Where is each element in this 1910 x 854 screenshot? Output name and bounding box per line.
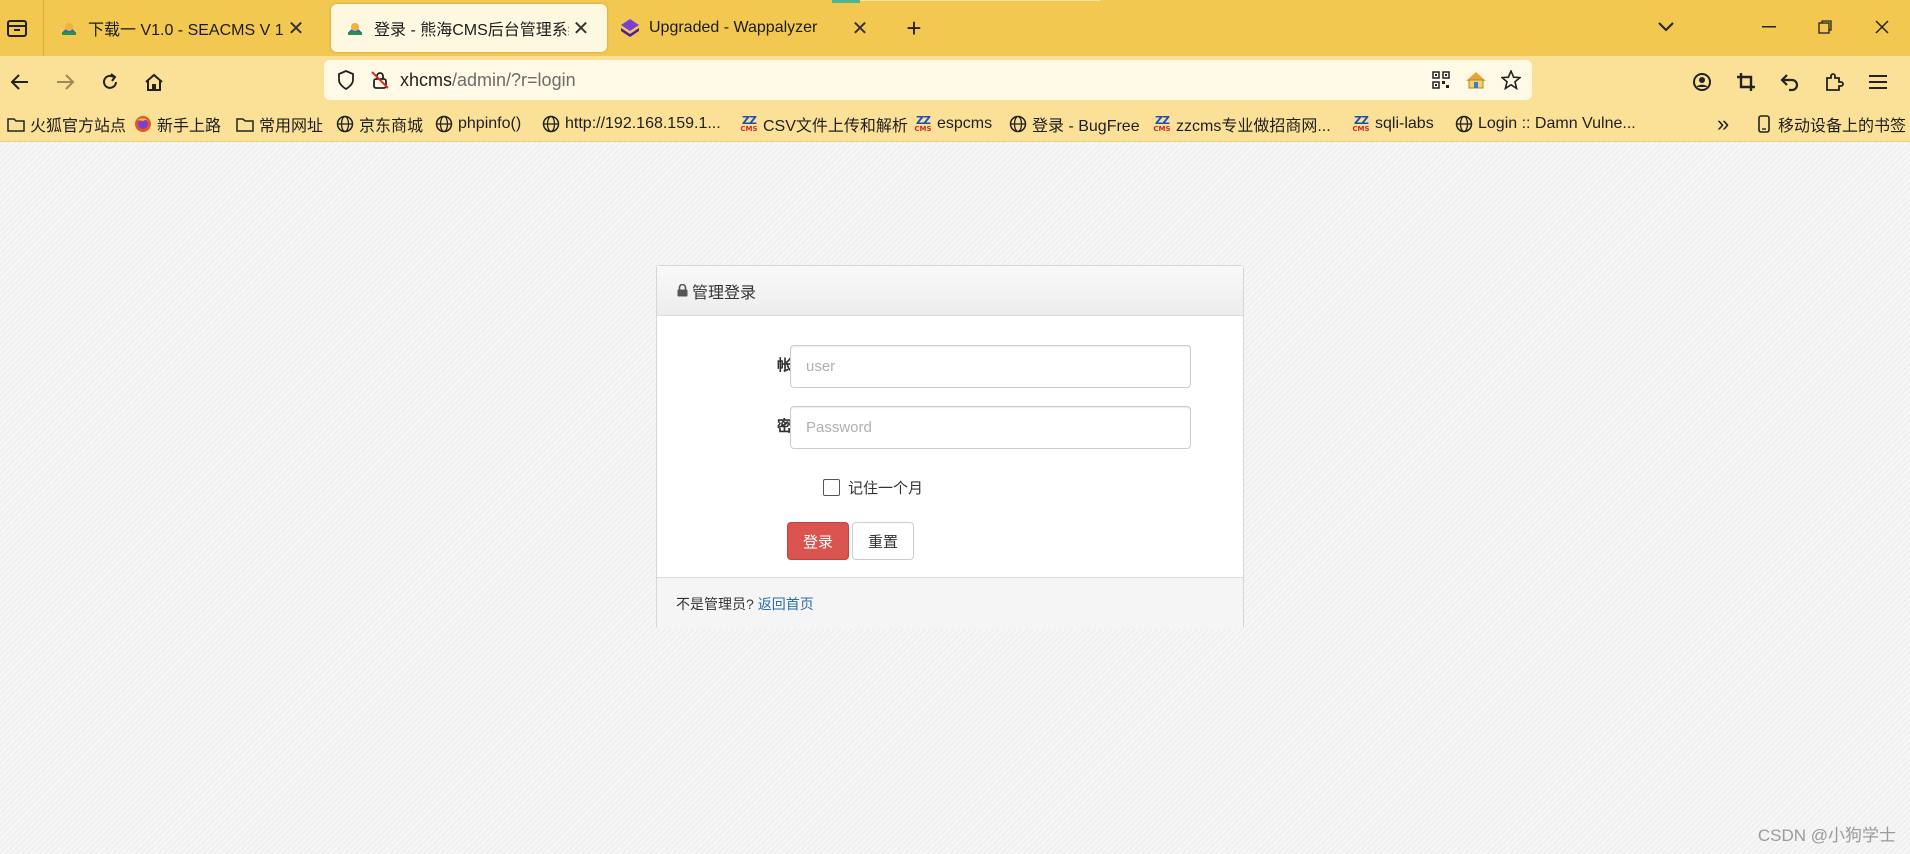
tab-close-icon[interactable]: ✕ (569, 16, 593, 40)
bookmark-label: 新手上路 (157, 118, 222, 135)
login-panel-footer: 不是管理员? 返回首页 (657, 577, 1243, 629)
globe-icon (542, 115, 560, 133)
bookmark-csv-upload[interactable]: ZZ CMS CSV文件上传和解析 (740, 112, 908, 136)
insecure-connection-icon[interactable] (368, 68, 392, 92)
bookmark-bugfree[interactable]: 登录 - BugFree (1009, 112, 1140, 136)
account-input[interactable] (790, 345, 1191, 388)
list-all-tabs-button[interactable] (1650, 12, 1682, 42)
bookmark-label: 火狐官方站点 (30, 118, 127, 135)
bookmarks-overflow-button[interactable]: » (1717, 111, 1729, 136)
address-bar[interactable]: xhcms/admin/?r=login (324, 60, 1532, 100)
bookmark-firefox-official[interactable]: 火狐官方站点 (7, 112, 126, 136)
bookmark-sqli-labs[interactable]: ZZ CMS sqli-labs (1352, 112, 1434, 136)
bookmark-label: 移动设备上的书签 (1778, 118, 1907, 135)
remember-label: 记住一个月 (848, 480, 924, 497)
navigation-toolbar: xhcms/admin/?r=login (0, 56, 1910, 106)
screenshot-crop-icon[interactable] (1730, 66, 1762, 98)
url-path: /admin/?r=login (452, 70, 576, 90)
bookmark-star-icon[interactable] (1499, 68, 1523, 92)
set-homepage-icon[interactable] (1464, 68, 1488, 92)
tab-title: 登录 - 熊海CMS后台管理系统 (374, 22, 569, 39)
tab-title: 下载一 V1.0 - SEACMS V 1.0 (88, 22, 284, 39)
bookmark-local-ip[interactable]: http://192.168.159.1... (542, 112, 721, 136)
bookmark-label: espcms (937, 115, 993, 132)
password-input[interactable] (790, 406, 1191, 449)
bookmark-label: Login :: Damn Vulne... (1478, 115, 1636, 132)
globe-icon (1455, 115, 1473, 133)
menu-hamburger-icon[interactable] (1862, 66, 1894, 98)
folder-icon (7, 115, 25, 133)
account-icon[interactable] (1686, 66, 1718, 98)
tab-strip: 下载一 V1.0 - SEACMS V 1.0 ✕ 登录 - 熊海CMS后台管理… (0, 0, 1910, 56)
bookmark-label: http://192.168.159.1... (565, 115, 721, 132)
tab-close-icon[interactable]: ✕ (848, 16, 872, 40)
reset-button[interactable]: 重置 (852, 522, 914, 560)
xhcms-favicon-icon (345, 18, 365, 38)
bookmark-label: sqli-labs (1375, 115, 1434, 132)
tab-divider-line (860, 0, 1100, 1)
back-to-home-link[interactable]: 返回首页 (758, 594, 814, 614)
zzcms-icon: ZZ CMS (1153, 113, 1171, 133)
csdn-watermark: CSDN @小狗学士 (1757, 826, 1896, 845)
globe-icon (1009, 115, 1027, 133)
tab-separator (43, 0, 44, 56)
firefox-view-icon[interactable] (2, 14, 32, 42)
login-panel-header: 管理登录 (657, 266, 1243, 316)
bookmark-zzcms[interactable]: ZZ CMS zzcms专业做招商网... (1153, 112, 1331, 136)
globe-icon (435, 115, 453, 133)
firefox-icon (134, 115, 152, 133)
globe-icon (336, 115, 354, 133)
bookmark-jd[interactable]: 京东商城 (336, 112, 423, 136)
reload-icon[interactable] (94, 66, 126, 98)
zzcms-icon: ZZ CMS (1352, 113, 1370, 133)
bookmark-label: 京东商城 (359, 118, 424, 135)
minimize-button[interactable] (1753, 12, 1785, 42)
tab-seacms[interactable]: 下载一 V1.0 - SEACMS V 1.0 ✕ (45, 4, 322, 52)
bookmark-label: zzcms专业做招商网... (1176, 118, 1331, 135)
login-heading: 管理登录 (692, 284, 757, 302)
lock-icon (676, 284, 688, 298)
tab-wappalyzer[interactable]: Upgraded - Wappalyzer ✕ (606, 4, 886, 52)
back-button[interactable] (4, 66, 36, 98)
close-window-button[interactable] (1866, 12, 1898, 42)
folder-icon (236, 115, 254, 133)
mobile-bookmarks[interactable]: 移动设备上的书签 (1755, 112, 1906, 136)
tracking-protection-shield-icon[interactable] (334, 68, 358, 92)
mobile-device-icon (1755, 115, 1773, 133)
url-text[interactable]: xhcms/admin/?r=login (400, 70, 576, 91)
undo-close-tab-icon[interactable] (1774, 66, 1806, 98)
bookmark-label: CSV文件上传和解析 (763, 118, 908, 135)
bookmark-dvwa[interactable]: Login :: Damn Vulne... (1455, 112, 1636, 136)
new-tab-button[interactable]: + (900, 13, 928, 43)
forward-button[interactable] (49, 66, 81, 98)
home-icon[interactable] (138, 66, 170, 98)
tab-close-icon[interactable]: ✕ (284, 16, 308, 40)
page-content: 管理登录 帐号 密码 记住一个月 登录 重置 不是管理员? 返回首页 CSDN … (0, 142, 1910, 854)
restore-button[interactable] (1809, 12, 1841, 42)
bookmarks-toolbar: 火狐官方站点 新手上路 常用网址 京东商城 phpinfo() http://1… (0, 106, 1910, 142)
qr-code-icon[interactable] (1429, 68, 1453, 92)
wappalyzer-icon (620, 18, 640, 38)
bookmark-label: phpinfo() (458, 115, 522, 132)
bookmark-espcms[interactable]: ZZ CMS espcms (914, 112, 992, 136)
bookmark-phpinfo[interactable]: phpinfo() (435, 112, 521, 136)
tab-title: Upgraded - Wappalyzer (649, 19, 818, 36)
loading-indicator (832, 0, 860, 3)
remember-checkbox[interactable] (823, 479, 840, 496)
seacms-favicon-icon (59, 18, 79, 38)
bookmark-getting-started[interactable]: 新手上路 (134, 112, 221, 136)
zzcms-icon: ZZ CMS (914, 113, 932, 133)
login-panel: 管理登录 帐号 密码 记住一个月 登录 重置 不是管理员? 返回首页 (656, 265, 1244, 629)
remember-me[interactable]: 记住一个月 (823, 477, 923, 498)
url-host: xhcms (400, 70, 453, 90)
bookmark-common-sites[interactable]: 常用网址 (236, 112, 323, 136)
bookmark-label: 登录 - BugFree (1032, 118, 1140, 135)
login-button[interactable]: 登录 (787, 522, 849, 560)
extensions-puzzle-icon[interactable] (1818, 66, 1850, 98)
zzcms-icon: ZZ CMS (740, 113, 758, 133)
tab-xhcms-login[interactable]: 登录 - 熊海CMS后台管理系统 ✕ (331, 4, 607, 52)
not-admin-text: 不是管理员? (676, 595, 754, 612)
bookmark-label: 常用网址 (259, 118, 324, 135)
